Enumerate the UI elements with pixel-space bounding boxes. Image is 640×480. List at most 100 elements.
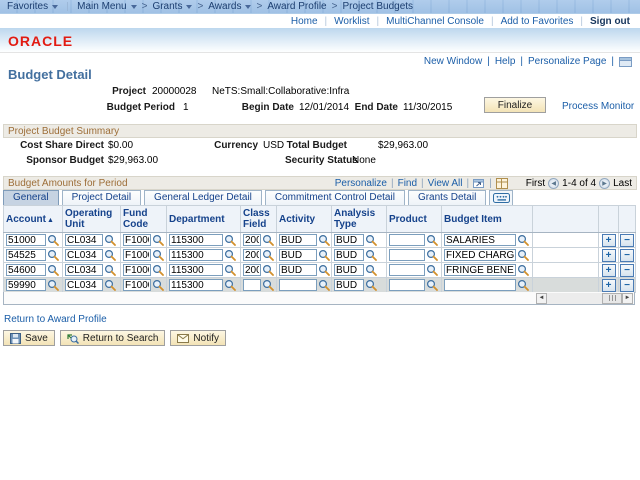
operating-unit-input[interactable] [65, 234, 103, 246]
column-header-product[interactable]: Product [387, 206, 442, 233]
lookup-icon[interactable] [262, 234, 274, 246]
add-row-button[interactable]: + [602, 249, 616, 262]
lookup-icon[interactable] [365, 249, 377, 261]
product-input[interactable] [389, 264, 425, 276]
product-input[interactable] [389, 249, 425, 261]
previous-page-button[interactable]: ◀ [548, 178, 559, 189]
lookup-icon[interactable] [262, 249, 274, 261]
budget-item-input[interactable] [444, 264, 516, 276]
activity-input[interactable] [279, 249, 317, 261]
lookup-icon[interactable] [224, 264, 236, 276]
operating-unit-input[interactable] [65, 279, 103, 291]
breadcrumb-main-menu[interactable]: Main Menu [77, 1, 136, 12]
column-header-budget-item[interactable]: Budget Item [442, 206, 533, 233]
lookup-icon[interactable] [318, 249, 330, 261]
find-link[interactable]: Find [398, 178, 417, 189]
class-field-input[interactable] [243, 279, 261, 291]
analysis-type-input[interactable] [334, 279, 364, 291]
help-link[interactable]: Help [495, 56, 516, 67]
new-window-link[interactable]: New Window [424, 56, 482, 67]
lookup-icon[interactable] [47, 279, 59, 291]
fund-code-input[interactable] [123, 264, 151, 276]
multichannel-console-link[interactable]: MultiChannel Console [386, 16, 484, 27]
class-field-input[interactable] [243, 249, 261, 261]
account-input[interactable] [6, 264, 46, 276]
lookup-icon[interactable] [152, 249, 164, 261]
class-field-input[interactable] [243, 264, 261, 276]
lookup-icon[interactable] [104, 249, 116, 261]
scrollbar-track[interactable] [547, 293, 622, 304]
department-input[interactable] [169, 249, 223, 261]
worklist-link[interactable]: Worklist [334, 16, 369, 27]
add-row-button[interactable]: + [602, 264, 616, 277]
download-icon[interactable] [496, 178, 508, 189]
sign-out-link[interactable]: Sign out [590, 16, 630, 27]
tab-project-detail[interactable]: Project Detail [62, 190, 141, 205]
analysis-type-input[interactable] [334, 249, 364, 261]
breadcrumb-awards[interactable]: Awards [208, 1, 251, 12]
tab-commitment-control-detail[interactable]: Commitment Control Detail [265, 190, 405, 205]
add-row-button[interactable]: + [602, 279, 616, 292]
class-field-input[interactable] [243, 234, 261, 246]
product-input[interactable] [389, 279, 425, 291]
lookup-icon[interactable] [318, 279, 330, 291]
tab-general-ledger-detail[interactable]: General Ledger Detail [144, 190, 262, 205]
lookup-icon[interactable] [318, 234, 330, 246]
lookup-icon[interactable] [517, 249, 529, 261]
lookup-icon[interactable] [152, 279, 164, 291]
budget-item-input[interactable] [444, 249, 516, 261]
operating-unit-input[interactable] [65, 249, 103, 261]
column-header-class-field[interactable]: Class Field [241, 206, 277, 233]
lookup-icon[interactable] [262, 264, 274, 276]
lookup-icon[interactable] [365, 279, 377, 291]
account-input[interactable] [6, 234, 46, 246]
delete-row-button[interactable]: − [620, 279, 634, 292]
lookup-icon[interactable] [365, 234, 377, 246]
fund-code-input[interactable] [123, 279, 151, 291]
home-link[interactable]: Home [291, 16, 318, 27]
account-input[interactable] [6, 249, 46, 261]
breadcrumb-favorites[interactable]: Favorites [7, 1, 58, 12]
lookup-icon[interactable] [224, 279, 236, 291]
return-to-search-button[interactable]: Return to Search [60, 330, 166, 346]
view-all-link[interactable]: View All [428, 178, 463, 189]
activity-input[interactable] [279, 264, 317, 276]
lookup-icon[interactable] [152, 264, 164, 276]
delete-row-button[interactable]: − [620, 264, 634, 277]
breadcrumb-grants[interactable]: Grants [152, 1, 192, 12]
fund-code-input[interactable] [123, 234, 151, 246]
lookup-icon[interactable] [104, 264, 116, 276]
column-header-analysis-type[interactable]: Analysis Type [332, 206, 387, 233]
column-header-department[interactable]: Department [167, 206, 241, 233]
lookup-icon[interactable] [47, 234, 59, 246]
copy-url-icon[interactable] [619, 57, 632, 67]
delete-row-button[interactable]: − [620, 249, 634, 262]
column-header-fund-code[interactable]: Fund Code [121, 206, 167, 233]
finalize-button[interactable]: Finalize [484, 97, 546, 113]
department-input[interactable] [169, 264, 223, 276]
lookup-icon[interactable] [224, 234, 236, 246]
activity-input[interactable] [279, 234, 317, 246]
delete-row-button[interactable]: − [620, 234, 634, 247]
lookup-icon[interactable] [104, 234, 116, 246]
budget-item-input[interactable] [444, 279, 516, 291]
personalize-link[interactable]: Personalize [335, 178, 387, 189]
lookup-icon[interactable] [365, 264, 377, 276]
scroll-left-button[interactable]: ◄ [536, 293, 547, 304]
return-to-award-profile-link[interactable]: Return to Award Profile [4, 314, 107, 325]
department-input[interactable] [169, 234, 223, 246]
budget-item-input[interactable] [444, 234, 516, 246]
lookup-icon[interactable] [426, 234, 438, 246]
breadcrumb-award-profile[interactable]: Award Profile [267, 1, 326, 12]
horizontal-scrollbar[interactable]: ◄ ► [536, 293, 633, 304]
lookup-icon[interactable] [426, 264, 438, 276]
analysis-type-input[interactable] [334, 234, 364, 246]
lookup-icon[interactable] [426, 249, 438, 261]
fund-code-input[interactable] [123, 249, 151, 261]
show-all-columns-button[interactable] [489, 190, 513, 205]
department-input[interactable] [169, 279, 223, 291]
add-to-favorites-link[interactable]: Add to Favorites [501, 16, 574, 27]
save-button[interactable]: Save [3, 330, 55, 346]
tab-general[interactable]: General [3, 190, 59, 205]
lookup-icon[interactable] [318, 264, 330, 276]
